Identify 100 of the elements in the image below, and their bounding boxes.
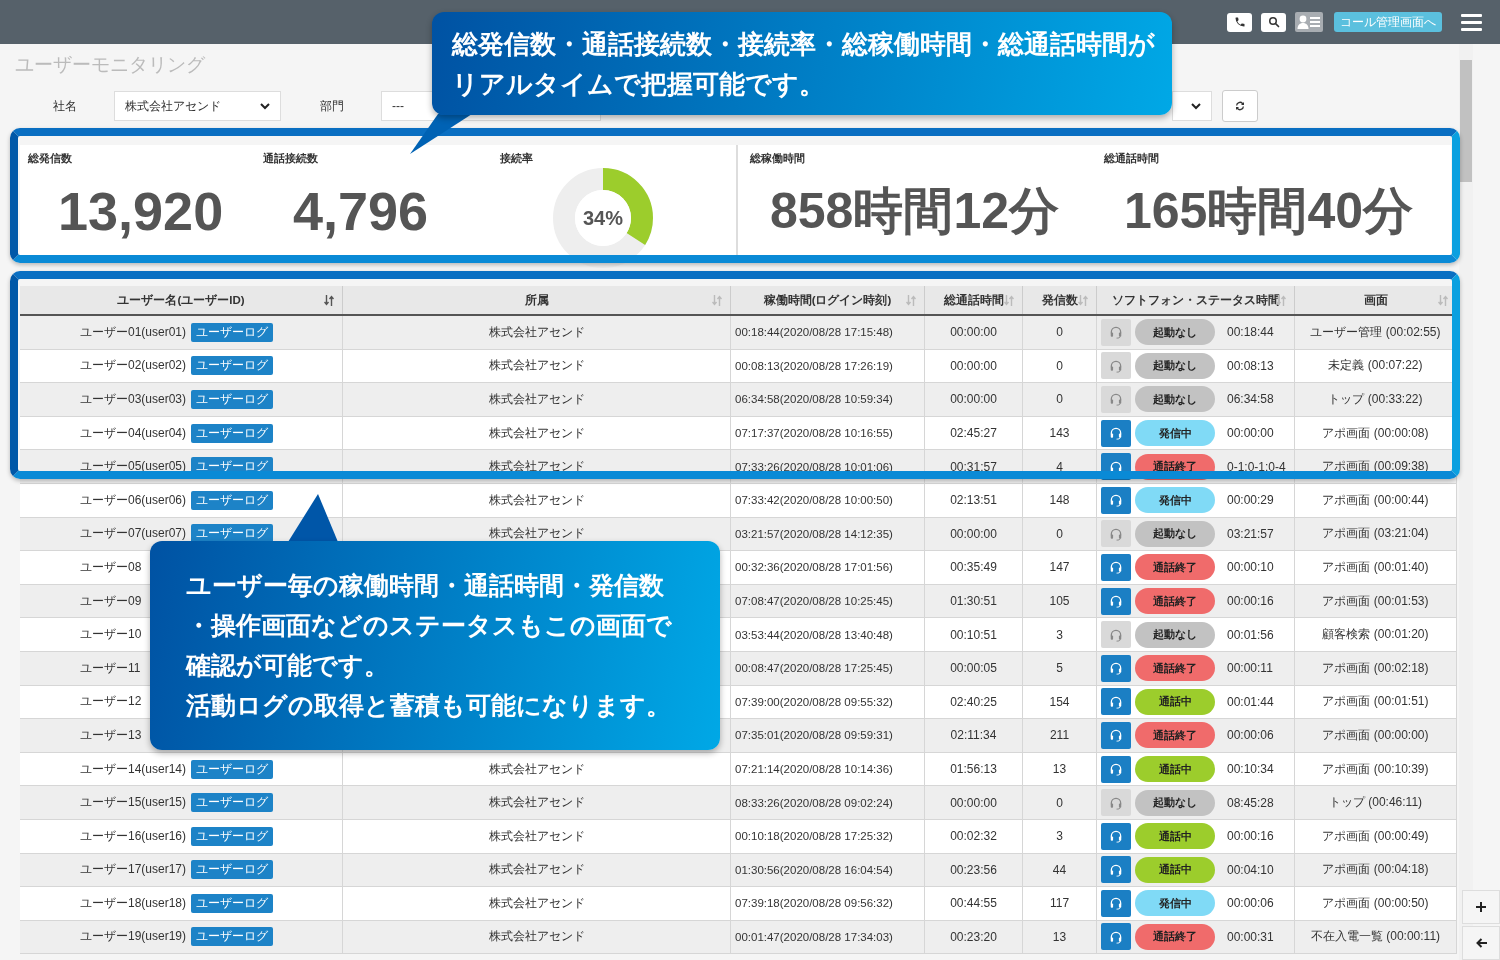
table-cell: 株式会社アセンド bbox=[488, 794, 585, 812]
menu-icon[interactable] bbox=[1461, 13, 1482, 31]
table-cell: 00:02:32 bbox=[950, 829, 997, 844]
user-log-button[interactable]: ユーザーログ bbox=[191, 490, 274, 510]
status-badge: 通話中 bbox=[1135, 756, 1215, 782]
table-cell: トップ (00:46:11) bbox=[1328, 794, 1423, 812]
headset-button[interactable] bbox=[1101, 856, 1131, 884]
status-time: 00:00:16 bbox=[1227, 594, 1274, 609]
table-cell: 147 bbox=[1049, 560, 1070, 575]
table-cell: 07:39:18(2020/08/28 09:56:32) bbox=[735, 897, 893, 910]
headset-button[interactable] bbox=[1101, 553, 1131, 581]
table-cell: 07:33:42(2020/08/28 10:00:50) bbox=[735, 494, 893, 507]
status-badge: 通話終了 bbox=[1135, 722, 1215, 749]
headset-icon bbox=[1109, 728, 1123, 743]
user-log-button[interactable]: ユーザーログ bbox=[191, 826, 274, 846]
user-log-button[interactable]: ユーザーログ bbox=[191, 759, 274, 779]
user-log-button[interactable]: ユーザーログ bbox=[191, 893, 274, 913]
contact-card-icon[interactable] bbox=[1295, 12, 1323, 32]
status-badge: 通話終了 bbox=[1135, 924, 1215, 950]
headset-button[interactable] bbox=[1101, 352, 1131, 380]
table-cell: 00:32:36(2020/08/28 17:01:56) bbox=[735, 561, 893, 574]
callout-text: 確認が可能です。 bbox=[186, 649, 390, 682]
headset-button[interactable] bbox=[1101, 587, 1131, 615]
table-cell: 01:56:13 bbox=[950, 762, 997, 776]
column-header[interactable]: 発信数 bbox=[1023, 286, 1097, 314]
headset-button[interactable] bbox=[1101, 520, 1131, 548]
table-cell: 03:53:44(2020/08/28 13:40:48) bbox=[735, 628, 893, 641]
table-cell: ユーザー管理 (00:02:55) bbox=[1310, 323, 1441, 341]
status-badge: 起動なし bbox=[1135, 352, 1215, 379]
status-badge: 通話終了 bbox=[1135, 554, 1215, 581]
table-cell: 4 bbox=[1056, 459, 1063, 474]
column-header[interactable]: 所属 bbox=[343, 286, 731, 314]
user-log-button[interactable]: ユーザーログ bbox=[191, 423, 274, 443]
headset-button[interactable] bbox=[1101, 755, 1131, 783]
column-header[interactable]: 稼働時間(ログイン時刻) bbox=[731, 286, 925, 314]
headset-button[interactable] bbox=[1101, 654, 1131, 682]
user-log-button[interactable]: ユーザーログ bbox=[191, 927, 274, 947]
status-time: 03:21:57 bbox=[1227, 526, 1274, 541]
refresh-button[interactable] bbox=[1222, 90, 1258, 122]
table-cell: アポ画面 (00:09:38) bbox=[1322, 458, 1429, 476]
user-name: ユーザー18(user18) bbox=[80, 894, 187, 912]
status-time: 00:00:29 bbox=[1227, 493, 1274, 508]
user-log-button[interactable]: ユーザーログ bbox=[191, 860, 274, 880]
headset-icon bbox=[1109, 426, 1123, 441]
table-cell: 0 bbox=[1056, 325, 1063, 340]
headset-button[interactable] bbox=[1101, 789, 1131, 817]
table-cell: 02:40:25 bbox=[950, 694, 997, 709]
scrollbar[interactable] bbox=[1459, 44, 1473, 960]
table-cell: 03:21:57(2020/08/28 14:12:35) bbox=[735, 527, 893, 540]
headset-button[interactable] bbox=[1101, 486, 1131, 514]
user-log-button[interactable]: ユーザーログ bbox=[191, 322, 274, 342]
column-header[interactable]: ユーザー名(ユーザーID) bbox=[20, 286, 343, 314]
headset-button[interactable] bbox=[1101, 419, 1131, 447]
table-cell: アポ画面 (00:01:53) bbox=[1322, 592, 1429, 610]
table-cell: アポ画面 (00:00:08) bbox=[1322, 424, 1429, 442]
user-log-button[interactable]: ユーザーログ bbox=[191, 356, 274, 376]
headset-button[interactable] bbox=[1101, 721, 1131, 749]
filter-select[interactable]: 株式会社アセンド bbox=[114, 91, 281, 121]
search-button[interactable] bbox=[1261, 12, 1286, 32]
callout-text: ユーザー毎の稼働時間・通話時間・発信数 bbox=[186, 569, 665, 602]
status-time: 06:34:58 bbox=[1227, 392, 1274, 407]
table-cell: 株式会社アセンド bbox=[488, 357, 585, 375]
table-cell: 13 bbox=[1052, 762, 1067, 776]
user-log-button[interactable]: ユーザーログ bbox=[191, 390, 274, 409]
table-cell: 顧客検索 (00:01:20) bbox=[1322, 626, 1429, 644]
filter-label: 部門 bbox=[320, 97, 345, 115]
zoom-in-button[interactable] bbox=[1462, 890, 1500, 924]
table-cell: 02:13:51 bbox=[950, 493, 997, 508]
headset-button[interactable] bbox=[1101, 923, 1131, 951]
page-title: ユーザーモニタリング bbox=[15, 53, 206, 76]
headset-button[interactable] bbox=[1101, 822, 1131, 850]
table-cell: 00:23:56 bbox=[950, 862, 997, 877]
table-cell: アポ画面 (00:00:00) bbox=[1322, 726, 1429, 744]
status-time: 00:00:16 bbox=[1227, 829, 1274, 844]
plus-icon bbox=[1476, 902, 1486, 912]
table-cell: 07:08:47(2020/08/28 10:25:45) bbox=[735, 595, 893, 608]
filter-select[interactable] bbox=[1172, 91, 1212, 121]
sort-icon[interactable] bbox=[324, 295, 334, 306]
phone-button[interactable] bbox=[1227, 12, 1252, 32]
column-header[interactable]: 画面 bbox=[1295, 286, 1457, 314]
table-cell: 株式会社アセンド bbox=[488, 894, 585, 912]
user-log-button[interactable]: ユーザーログ bbox=[191, 793, 274, 813]
back-button[interactable] bbox=[1462, 926, 1500, 960]
table-cell: 株式会社アセンド bbox=[488, 928, 585, 946]
table-cell: 株式会社アセンド bbox=[488, 491, 585, 509]
call-management-button[interactable]: コール管理画面へ bbox=[1334, 12, 1442, 32]
headset-button[interactable] bbox=[1101, 386, 1131, 413]
headset-button[interactable] bbox=[1101, 621, 1131, 649]
headset-button[interactable] bbox=[1101, 889, 1131, 917]
table-cell: 株式会社アセンド bbox=[488, 827, 585, 845]
column-header[interactable]: 総通話時間 bbox=[925, 286, 1023, 314]
table-cell: 00:00:00 bbox=[950, 358, 997, 373]
headset-icon bbox=[1109, 661, 1123, 676]
refresh-icon bbox=[1234, 100, 1246, 112]
table-cell: 44 bbox=[1052, 862, 1067, 877]
headset-button[interactable] bbox=[1101, 688, 1131, 716]
table-cell: アポ画面 (03:21:04) bbox=[1322, 525, 1429, 543]
callout-text: 活動ログの取得と蓄積も可能になります。 bbox=[186, 689, 672, 722]
callout-pointer bbox=[410, 114, 472, 154]
headset-button[interactable] bbox=[1101, 318, 1131, 346]
